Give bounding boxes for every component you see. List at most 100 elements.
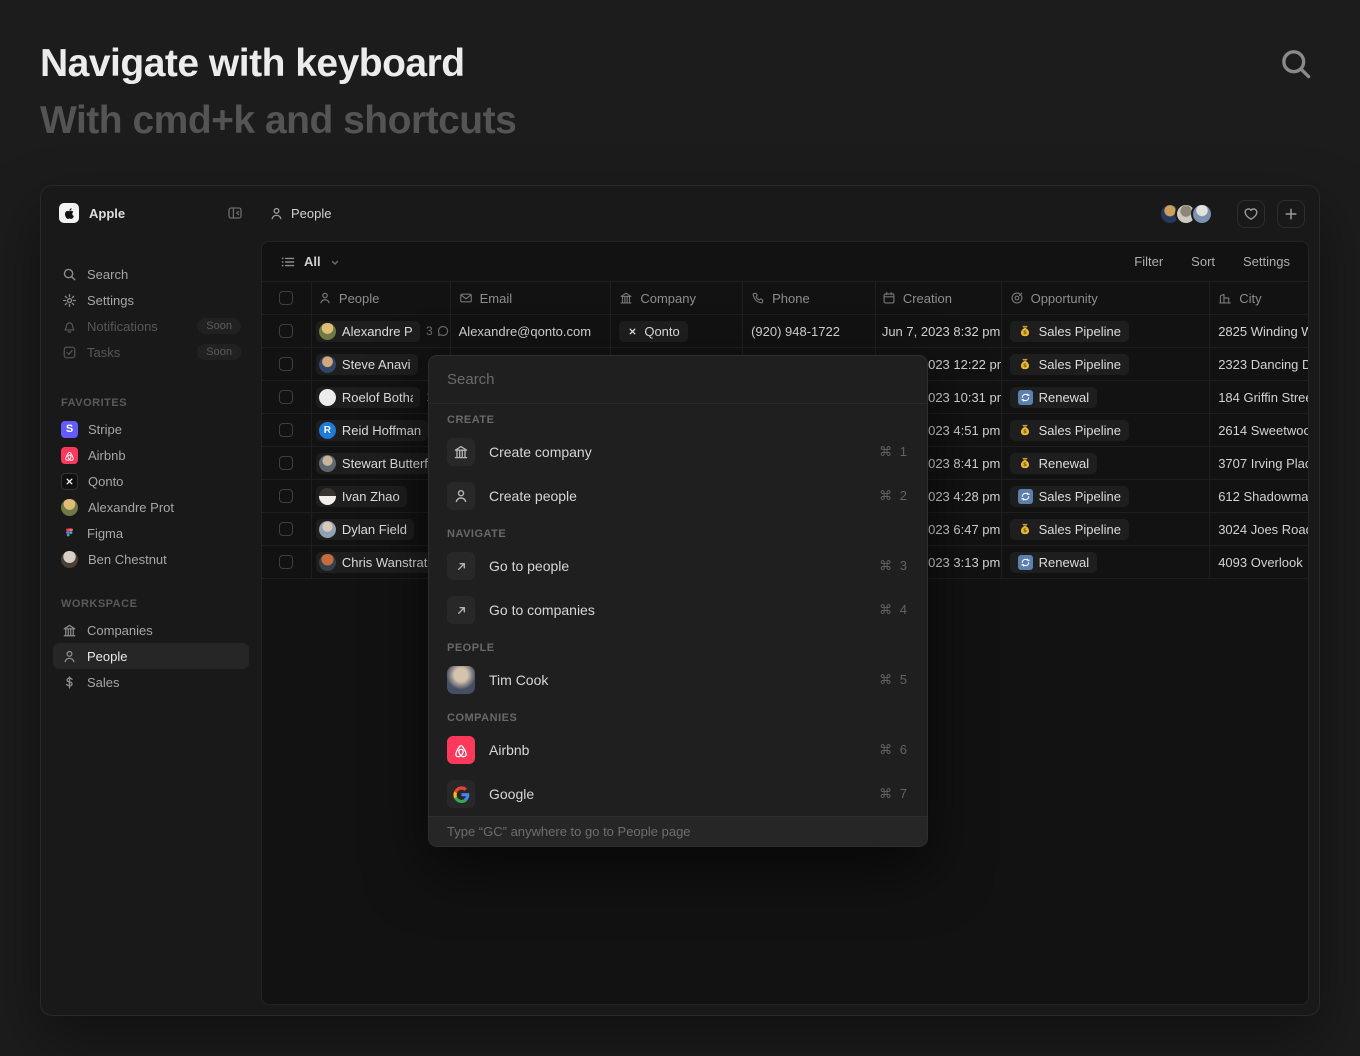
target-icon [1010,291,1024,305]
person-chip[interactable]: R Reid Hoffman [316,420,428,441]
person-chip[interactable]: Steve Anavi [316,354,418,375]
person-chip[interactable]: Ivan Zhao [316,486,407,507]
sidebar-item-sales[interactable]: Sales [53,669,249,695]
comment-count[interactable]: 3 [426,324,450,338]
row-checkbox[interactable] [279,522,293,536]
view-selector[interactable]: All [280,254,341,270]
palette-search[interactable] [429,356,927,404]
person-icon [269,206,284,221]
search-icon[interactable] [1278,46,1314,82]
table-row[interactable]: Alexandre Prot 3 Alexandre@qonto.com Qon… [262,315,1308,348]
sidebar-item-people[interactable]: People [53,643,249,669]
city-value[interactable]: 2323 Dancing Dove [1218,357,1308,372]
opportunity-icon [1018,357,1033,372]
shortcut-badge: ⌘ 2 [879,488,909,504]
phone-value[interactable]: (920) 948-1722 [751,324,840,339]
column-header-city[interactable]: City [1210,282,1308,314]
workspace-switcher[interactable]: Apple [53,199,249,227]
sidebar-item-ben-chestnut[interactable]: Ben Chestnut [53,546,249,572]
city-value[interactable]: 2614 Sweetwood [1218,423,1308,438]
breadcrumb[interactable]: People [269,206,331,221]
opportunity-icon [1018,324,1033,339]
column-header-creation[interactable]: Creation [876,282,1002,314]
person-chip[interactable]: Chris Wanstrath [316,552,442,573]
sidebar-item-figma[interactable]: Figma [53,520,249,546]
filter-button[interactable]: Filter [1134,254,1163,269]
city-value[interactable]: 2825 Winding Way [1218,324,1308,339]
add-record-button[interactable] [1277,200,1305,228]
city-value[interactable]: 184 Griffin Street [1218,390,1308,405]
opportunity-chip[interactable]: Sales Pipeline [1010,354,1129,375]
row-checkbox[interactable] [279,324,293,338]
sidebar-item-alexandre-prot[interactable]: Alexandre Prot [53,494,249,520]
sidebar: Apple Search Settings Notifications Soon… [41,186,261,1015]
sidebar-item-airbnb[interactable]: Airbnb [53,442,249,468]
building-icon [447,438,475,466]
sidebar-item-label: Companies [87,623,153,638]
table-header: People Email Company Phone Creation [262,282,1308,315]
command-palette: CREATE Create company ⌘ 1 Create people … [428,355,928,847]
city-value[interactable]: 4093 Overlook [1218,555,1303,570]
avatar [61,551,78,568]
column-header-email[interactable]: Email [451,282,612,314]
palette-item-create-company[interactable]: Create company ⌘ 1 [439,430,917,474]
avatar [61,499,78,516]
sidebar-item-qonto[interactable]: Qonto [53,468,249,494]
palette-search-input[interactable] [447,371,909,388]
opportunity-chip[interactable]: Sales Pipeline [1010,486,1129,507]
person-chip[interactable]: Dylan Field [316,519,414,540]
column-header-opportunity[interactable]: Opportunity [1002,282,1211,314]
city-value[interactable]: 612 Shadowmare [1218,489,1308,504]
palette-item-create-people[interactable]: Create people ⌘ 2 [439,474,917,518]
sort-button[interactable]: Sort [1191,254,1215,269]
settings-button[interactable]: Settings [1243,254,1290,269]
city-value[interactable]: 3024 Joes Road [1218,522,1308,537]
sidebar-item-label: Search [87,267,128,282]
opportunity-chip[interactable]: Renewal [1010,387,1098,408]
row-checkbox[interactable] [279,423,293,437]
select-all-checkbox[interactable] [279,291,293,305]
opportunity-chip[interactable]: Sales Pipeline [1010,420,1129,441]
member-avatars[interactable] [1159,203,1213,225]
sidebar-item-companies[interactable]: Companies [53,617,249,643]
palette-item-tim-cook[interactable]: Tim Cook ⌘ 5 [439,658,917,702]
shortcut-badge: ⌘ 7 [879,786,909,802]
person-chip[interactable]: Alexandre Prot [316,321,420,342]
collapse-sidebar-icon[interactable] [227,205,243,221]
creation-value[interactable]: Jun 7, 2023 8:32 pm [882,324,1001,339]
bell-icon [61,318,77,334]
column-header-phone[interactable]: Phone [743,282,876,314]
row-checkbox[interactable] [279,489,293,503]
qonto-logo-icon [627,326,638,337]
palette-item-airbnb[interactable]: Airbnb ⌘ 6 [439,728,917,772]
row-checkbox[interactable] [279,390,293,404]
money-bag-icon [1018,522,1032,536]
person-chip[interactable]: Roelof Botha [316,387,420,408]
palette-item-go-to-people[interactable]: Go to people ⌘ 3 [439,544,917,588]
dollar-icon [61,674,77,690]
opportunity-chip[interactable]: Sales Pipeline [1010,321,1129,342]
row-avatar [319,521,336,538]
money-bag-icon [1018,324,1032,338]
renewal-icon [1020,557,1031,568]
sidebar-item-settings[interactable]: Settings [53,287,249,313]
workspace-name: Apple [89,206,125,221]
email-value[interactable]: Alexandre@qonto.com [459,324,591,339]
opportunity-chip[interactable]: Renewal [1010,552,1098,573]
company-chip[interactable]: Qonto [619,321,687,342]
row-checkbox[interactable] [279,555,293,569]
column-header-company[interactable]: Company [611,282,743,314]
row-checkbox[interactable] [279,357,293,371]
opportunity-chip[interactable]: Sales Pipeline [1010,519,1129,540]
city-value[interactable]: 3707 Irving Place [1218,456,1308,471]
palette-item-google[interactable]: Google ⌘ 7 [439,772,917,816]
favorite-button[interactable] [1237,200,1265,228]
view-bar: All Filter Sort Settings [262,242,1308,282]
phone-icon [751,291,765,305]
column-header-people[interactable]: People [312,282,451,314]
opportunity-chip[interactable]: Renewal [1010,453,1098,474]
row-checkbox[interactable] [279,456,293,470]
sidebar-item-search[interactable]: Search [53,261,249,287]
palette-item-go-to-companies[interactable]: Go to companies ⌘ 4 [439,588,917,632]
sidebar-item-stripe[interactable]: S Stripe [53,416,249,442]
